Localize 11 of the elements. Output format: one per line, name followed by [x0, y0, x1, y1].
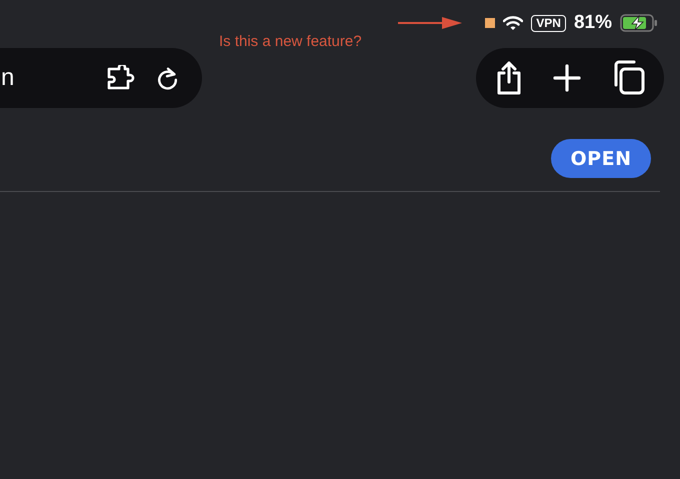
recording-indicator-icon [485, 18, 496, 28]
wifi-icon [503, 16, 524, 30]
plus-icon[interactable] [553, 64, 581, 92]
address-text[interactable]: n [1, 64, 14, 92]
annotation-text: Is this a new feature? [219, 33, 362, 50]
reload-icon[interactable] [156, 65, 180, 91]
vpn-badge: VPN [531, 14, 566, 32]
open-button[interactable]: OPEN [551, 139, 651, 178]
puzzle-icon[interactable] [106, 65, 136, 91]
battery-percentage: 81% [574, 12, 612, 34]
annotation-arrow [398, 17, 462, 29]
